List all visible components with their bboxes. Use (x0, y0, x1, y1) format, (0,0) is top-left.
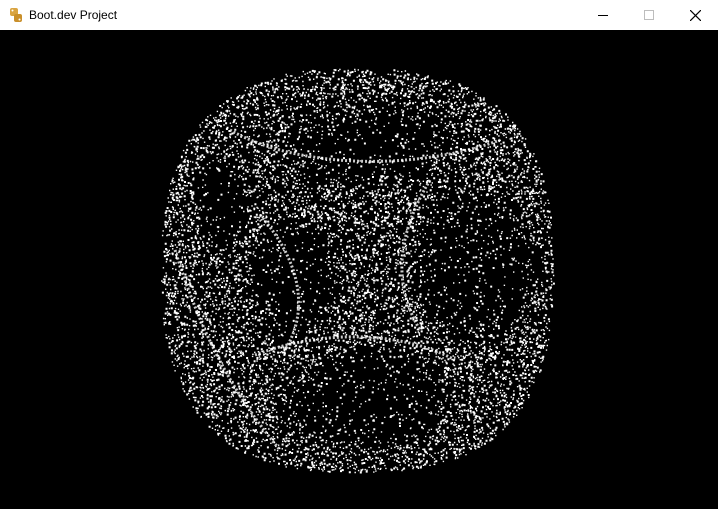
point-cloud-render (161, 68, 555, 474)
app-window: Boot.dev Project (0, 0, 718, 509)
window-controls (580, 0, 718, 30)
close-icon (689, 9, 701, 21)
close-button[interactable] (672, 0, 718, 30)
maximize-button[interactable] (626, 0, 672, 30)
maximize-icon (644, 10, 654, 20)
window-title: Boot.dev Project (29, 8, 118, 22)
render-canvas[interactable] (0, 30, 718, 509)
point-cloud (161, 68, 555, 474)
point-dots (161, 68, 555, 474)
python-icon (10, 8, 22, 22)
minimize-button[interactable] (580, 0, 626, 30)
title-bar[interactable]: Boot.dev Project (0, 0, 718, 30)
minimize-icon (598, 15, 608, 16)
